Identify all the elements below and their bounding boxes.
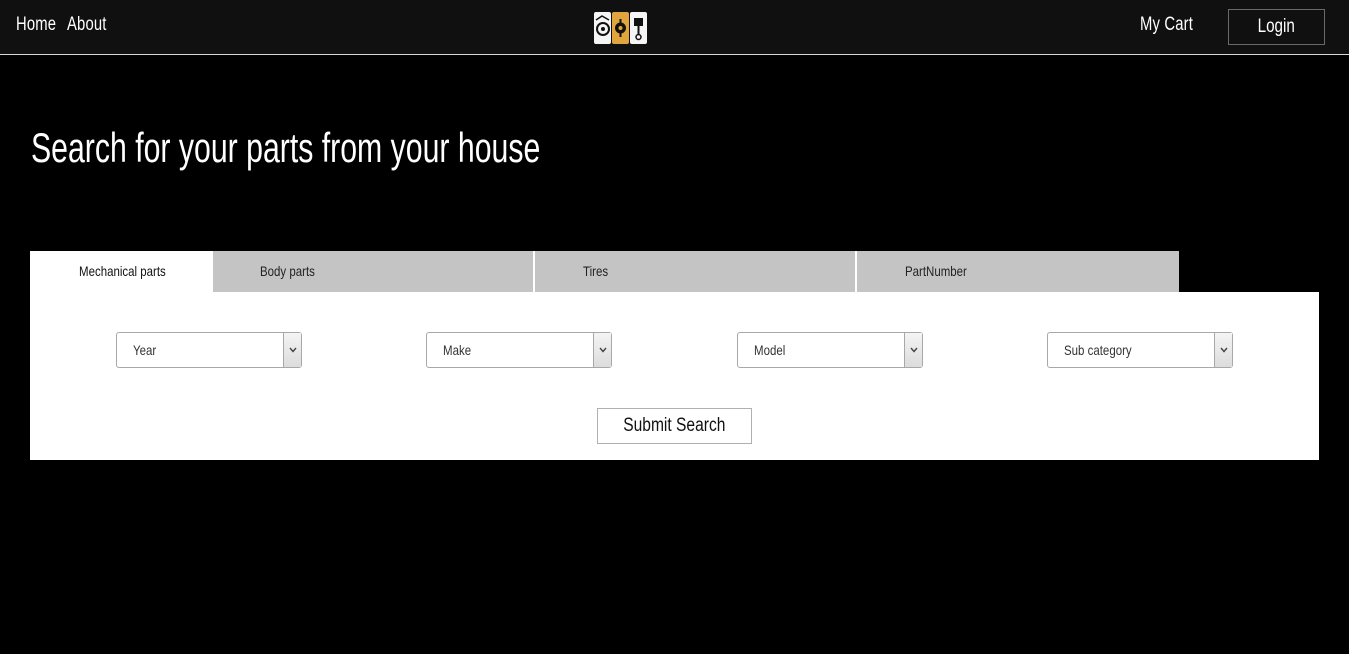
- tab-label: Body parts: [260, 263, 315, 279]
- tab-part-number[interactable]: PartNumber: [857, 251, 1179, 292]
- tab-label: PartNumber: [905, 263, 967, 279]
- site-logo[interactable]: [594, 12, 647, 44]
- tab-tires[interactable]: Tires: [535, 251, 857, 292]
- make-select-value: Make: [443, 342, 472, 358]
- search-panel: Year Make Model Sub category Submit Sear…: [30, 292, 1319, 460]
- chevron-down-icon: [904, 333, 922, 367]
- top-navbar: Home About My Cart Login: [0, 0, 1349, 55]
- wheel-icon: [594, 12, 611, 44]
- tab-label: Tires: [583, 263, 609, 279]
- year-select-value: Year: [133, 342, 157, 358]
- nav-home-link[interactable]: Home: [16, 14, 56, 36]
- chevron-down-icon: [1214, 333, 1232, 367]
- model-select-value: Model: [754, 342, 786, 358]
- piston-icon: [630, 12, 647, 44]
- tab-label: Mechanical parts: [79, 263, 166, 279]
- chevron-down-icon: [283, 333, 301, 367]
- subcategory-select-value: Sub category: [1064, 342, 1132, 358]
- tab-mechanical-parts[interactable]: Mechanical parts: [30, 251, 213, 292]
- tab-body-parts[interactable]: Body parts: [213, 251, 535, 292]
- submit-search-button[interactable]: Submit Search: [597, 408, 752, 444]
- model-select[interactable]: Model: [737, 332, 923, 368]
- year-select[interactable]: Year: [116, 332, 302, 368]
- chevron-down-icon: [593, 333, 611, 367]
- nav-about-link[interactable]: About: [67, 14, 107, 36]
- submit-search-label: Submit Search: [623, 415, 726, 436]
- subcategory-select[interactable]: Sub category: [1047, 332, 1233, 368]
- login-button[interactable]: Login: [1228, 9, 1325, 45]
- gear-icon: [612, 12, 629, 44]
- page-title: Search for your parts from your house: [31, 124, 541, 171]
- make-select[interactable]: Make: [426, 332, 612, 368]
- login-button-label: Login: [1257, 16, 1296, 37]
- nav-cart-link[interactable]: My Cart: [1140, 14, 1193, 36]
